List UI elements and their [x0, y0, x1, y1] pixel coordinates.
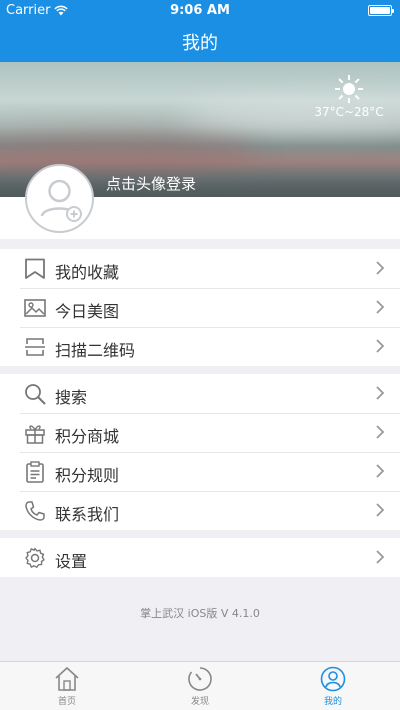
home-icon: [55, 666, 79, 691]
status-bar: Carrier 9:06 AM: [0, 0, 400, 20]
app-version: 掌上武汉 iOS版 V 4.1.0: [140, 607, 260, 620]
chevron-right-icon: [376, 300, 385, 314]
bookmark-icon: [25, 258, 45, 279]
tab-label: 首页: [57, 697, 76, 707]
tab-bar: 首页 发现 我的: [0, 661, 400, 710]
clock-icon: [188, 667, 212, 691]
menu-item-label: 积分规则: [55, 466, 120, 485]
clipboard-icon: [26, 461, 44, 483]
page-title: 我的: [182, 33, 218, 54]
login-prompt[interactable]: 点击头像登录: [106, 173, 196, 194]
chevron-right-icon: [376, 550, 385, 564]
chevron-right-icon: [376, 261, 385, 275]
tab-label: 发现: [190, 697, 209, 707]
avatar-placeholder-icon: [40, 179, 82, 222]
search-icon: [25, 384, 46, 405]
tab-home[interactable]: 首页: [27, 666, 107, 707]
user-icon: [320, 666, 346, 692]
scan-icon: [25, 338, 45, 356]
chevron-right-icon: [376, 425, 385, 439]
temperature-range: 37°C~28°C: [314, 105, 384, 119]
phone-icon: [25, 501, 45, 521]
menu-item-label: 搜索: [55, 388, 88, 407]
menu-item-settings[interactable]: 设置: [0, 538, 400, 577]
menu-item-points-rules[interactable]: 积分规则: [0, 452, 400, 491]
navigation-bar: 我的: [0, 20, 400, 62]
menu-item-label: 我的收藏: [55, 263, 120, 282]
menu-group-points: 搜索 积分商城 积分规则 联系我们: [0, 374, 400, 530]
menu-group-settings: 设置: [0, 538, 400, 577]
menu-item-label: 联系我们: [55, 505, 120, 524]
chevron-right-icon: [376, 339, 385, 353]
chevron-right-icon: [376, 464, 385, 478]
gear-icon: [25, 547, 45, 568]
chevron-right-icon: [376, 386, 385, 400]
chevron-right-icon: [376, 503, 385, 517]
menu-item-label: 今日美图: [55, 302, 120, 321]
menu-item-scan-qr[interactable]: 扫描二维码: [0, 327, 400, 366]
menu-item-favorites[interactable]: 我的收藏: [0, 249, 400, 288]
image-icon: [24, 299, 46, 317]
menu-item-contact-us[interactable]: 联系我们: [0, 491, 400, 530]
menu-item-todays-photos[interactable]: 今日美图: [0, 288, 400, 327]
sun-icon: [334, 74, 364, 104]
clock: 9:06 AM: [170, 3, 230, 18]
menu-item-label: 积分商城: [55, 427, 120, 446]
menu-item-points-mall[interactable]: 积分商城: [0, 413, 400, 452]
weather-widget: 37°C~28°C: [313, 74, 385, 119]
avatar-button[interactable]: [25, 164, 94, 233]
menu-item-label: 扫描二维码: [55, 341, 136, 360]
menu-item-label: 设置: [55, 552, 88, 571]
menu-group-collections: 我的收藏 今日美图 扫描二维码: [0, 249, 400, 366]
tab-me[interactable]: 我的: [293, 666, 373, 707]
tab-discover[interactable]: 发现: [160, 666, 240, 707]
gift-icon: [25, 425, 45, 444]
battery-icon: [368, 5, 394, 16]
menu-item-search[interactable]: 搜索: [0, 374, 400, 413]
tab-label: 我的: [323, 697, 342, 707]
